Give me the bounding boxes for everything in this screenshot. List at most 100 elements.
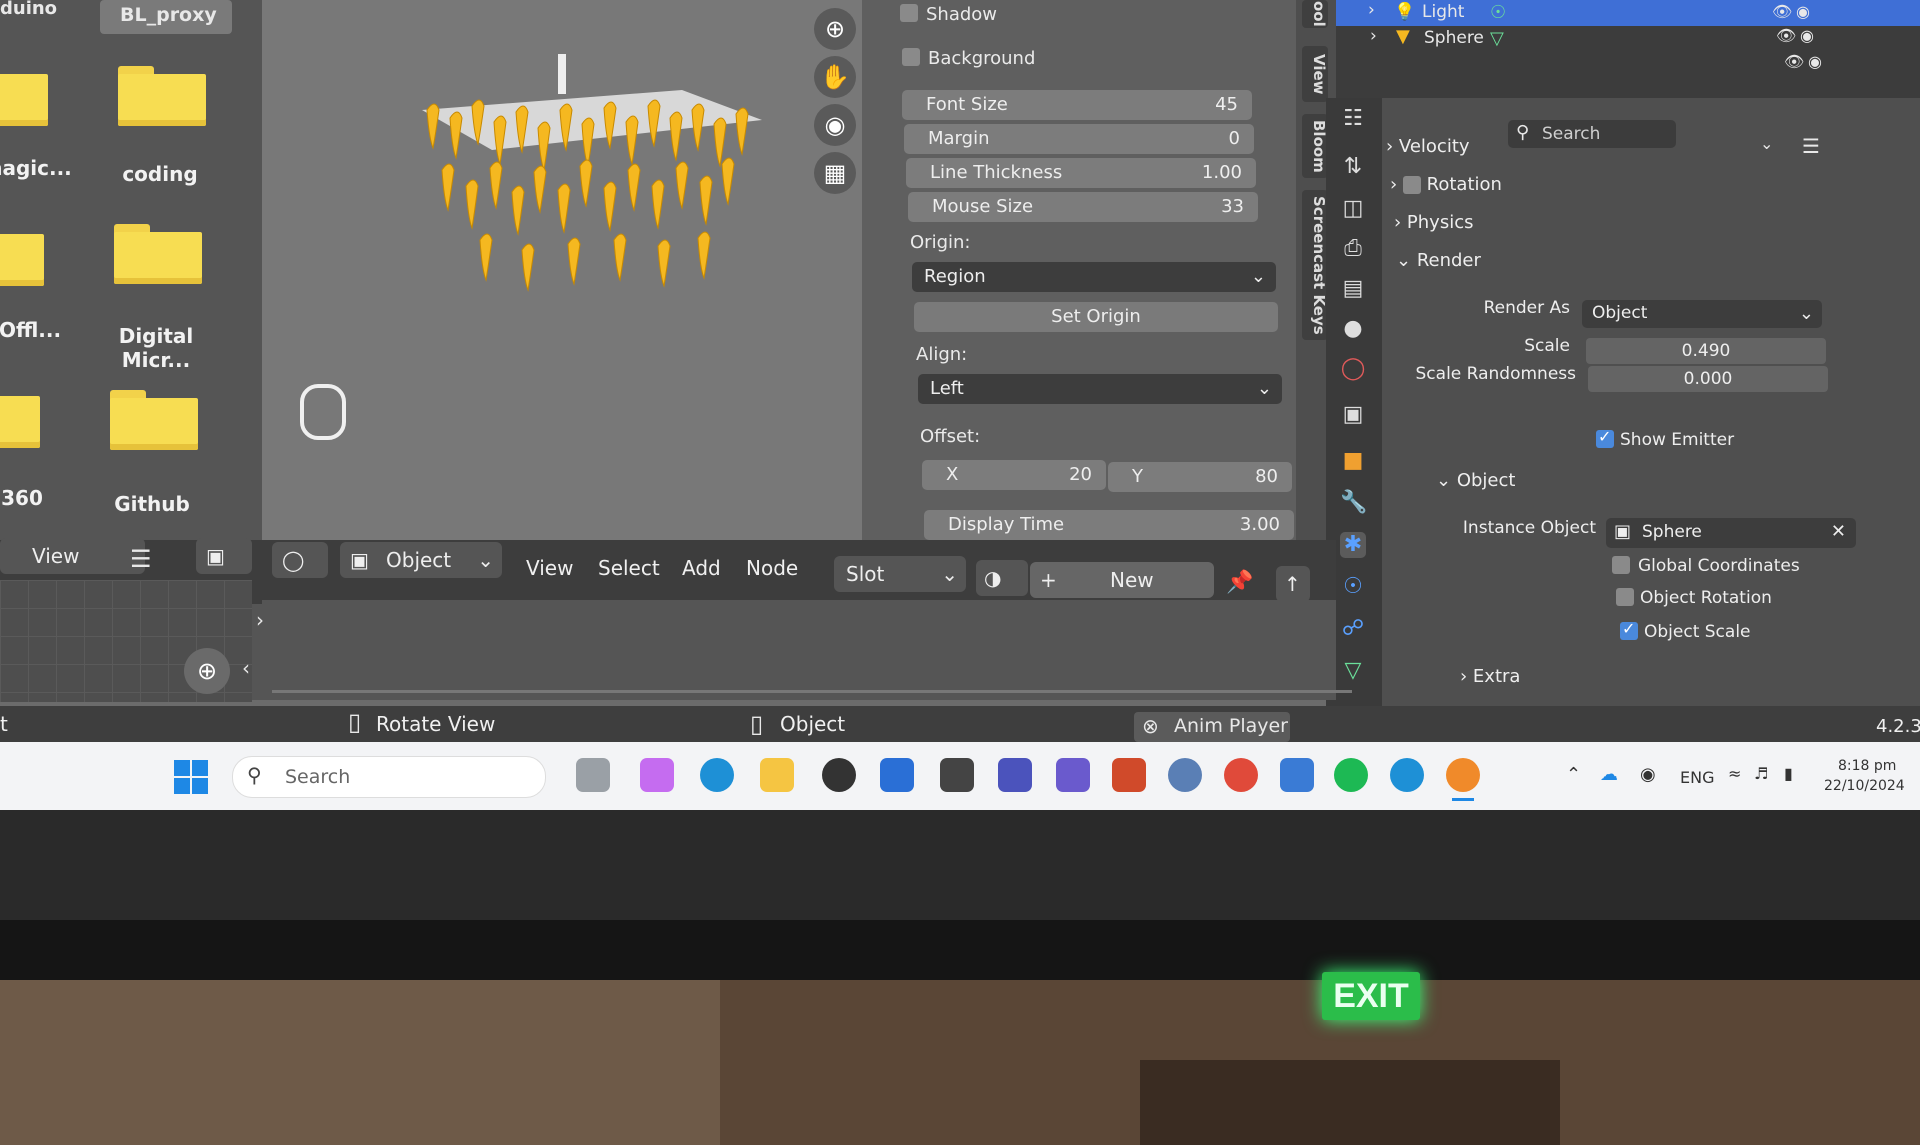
global-coordinates-checkbox[interactable]: [1612, 556, 1630, 574]
node-editor[interactable]: [262, 600, 1336, 700]
taskbar-search[interactable]: ⚲ Search: [232, 756, 546, 798]
section-render[interactable]: ⌄ Render: [1396, 250, 1481, 271]
copilot-icon[interactable]: [640, 758, 674, 792]
section-extra[interactable]: › Extra: [1460, 666, 1520, 687]
render-as-dropdown[interactable]: Object ⌄: [1582, 300, 1822, 328]
task-view-icon[interactable]: [576, 758, 610, 792]
teams-icon[interactable]: [998, 758, 1032, 792]
instance-object-field[interactable]: ▣ Sphere ✕: [1606, 518, 1856, 548]
view-layer-icon[interactable]: ▤: [1340, 276, 1366, 302]
edge-icon[interactable]: [700, 758, 734, 792]
object-scale-checkbox[interactable]: [1620, 619, 1638, 640]
chevron-up-icon[interactable]: ⌃: [1566, 764, 1581, 785]
editor-type-icon[interactable]: ☷: [1340, 106, 1366, 132]
shadow-checkbox[interactable]: [900, 4, 918, 22]
folder-icon[interactable]: [110, 390, 198, 450]
object-icon[interactable]: ■: [1340, 448, 1366, 474]
folder-icon[interactable]: [0, 226, 44, 286]
shader-type-icon[interactable]: ◯: [272, 542, 328, 578]
expand-arrow-icon[interactable]: ›: [1370, 26, 1377, 46]
onedrive-icon[interactable]: ☁: [1600, 764, 1618, 785]
image-editor-icon[interactable]: ▣: [196, 538, 252, 574]
object-rotation-checkbox[interactable]: [1616, 588, 1634, 606]
menu-view[interactable]: View: [526, 556, 573, 580]
file-explorer-icon[interactable]: [760, 758, 794, 792]
background-checkbox[interactable]: [902, 48, 920, 66]
expand-arrow-icon[interactable]: ›: [1368, 0, 1375, 20]
folder-icon[interactable]: [114, 224, 202, 284]
collapse-arrow-icon[interactable]: ‹: [242, 656, 250, 680]
camera-render-icon[interactable]: ◉: [1796, 2, 1810, 21]
eye-icon[interactable]: 👁: [1784, 52, 1804, 71]
rotation-checkbox[interactable]: [1402, 176, 1421, 194]
physics-icon[interactable]: ☉: [1340, 574, 1366, 600]
menu-select[interactable]: Select: [598, 556, 660, 580]
scale-randomness-field[interactable]: 0.000: [1588, 366, 1828, 392]
section-object[interactable]: ⌄ Object: [1436, 470, 1515, 491]
tab-view[interactable]: View: [1302, 46, 1328, 102]
tab-tool[interactable]: ool: [1302, 0, 1328, 28]
battery-icon[interactable]: ▮: [1784, 764, 1793, 783]
world-icon[interactable]: ◯: [1340, 356, 1366, 382]
render-icon[interactable]: ◫: [1340, 196, 1366, 222]
origin-dropdown[interactable]: Region ⌄: [912, 262, 1276, 292]
margin-field[interactable]: Margin 0: [904, 124, 1254, 154]
zoom-icon[interactable]: ⊕: [184, 648, 230, 694]
bl-proxy-tile[interactable]: BL_proxy: [100, 0, 232, 34]
folder-icon[interactable]: [0, 388, 40, 448]
settings-gear-icon[interactable]: [1168, 758, 1202, 792]
hamburger-icon[interactable]: ☰: [130, 545, 152, 573]
section-rotation[interactable]: › Rotation: [1390, 174, 1502, 195]
start-button[interactable]: [174, 760, 208, 794]
clock-time[interactable]: 8:18 pm: [1838, 758, 1896, 774]
close-icon[interactable]: ✕: [1831, 521, 1846, 542]
collection-icon[interactable]: ▣: [1340, 402, 1366, 428]
spotify-icon[interactable]: [1334, 758, 1368, 792]
3d-viewport[interactable]: ⊕ ✋ ◉ ▦: [262, 0, 862, 548]
eye-icon[interactable]: 👁: [1776, 26, 1796, 45]
material-browse-icon[interactable]: ◑: [976, 560, 1028, 596]
network-icon[interactable]: ◉: [1640, 764, 1656, 785]
font-size-field[interactable]: Font Size 45: [902, 90, 1252, 120]
grid-icon[interactable]: ▦: [814, 152, 856, 194]
notepad-icon[interactable]: [1280, 758, 1314, 792]
offset-y-field[interactable]: Y 80: [1108, 462, 1292, 492]
tab-bloom[interactable]: Bloom: [1302, 114, 1328, 178]
telegram-icon[interactable]: [1390, 758, 1424, 792]
chevron-down-icon[interactable]: ⌄: [1760, 134, 1773, 153]
eye-icon[interactable]: 👁: [1772, 2, 1792, 21]
modifier-wrench-icon[interactable]: 🔧: [1340, 490, 1367, 516]
terminal-icon[interactable]: [940, 758, 974, 792]
store-icon[interactable]: [880, 758, 914, 792]
folder-icon[interactable]: [0, 66, 48, 126]
zoom-icon[interactable]: ⊕: [814, 8, 856, 50]
section-physics[interactable]: › Physics: [1394, 212, 1474, 233]
folder-icon[interactable]: [118, 66, 206, 126]
chrome-icon[interactable]: [1224, 758, 1258, 792]
camera-render-icon[interactable]: ◉: [1800, 26, 1814, 45]
app-icon[interactable]: [1056, 758, 1090, 792]
tab-screencast-keys[interactable]: Screencast Keys: [1302, 190, 1328, 340]
hand-icon[interactable]: ✋: [814, 56, 856, 98]
constraints-icon[interactable]: ☍: [1340, 616, 1366, 642]
camera-render-icon[interactable]: ◉: [1808, 52, 1822, 71]
particles-icon[interactable]: ✱: [1340, 532, 1366, 558]
line-thickness-field[interactable]: Line Thickness 1.00: [906, 158, 1256, 188]
scene-icon[interactable]: ●: [1340, 316, 1366, 342]
wifi-icon[interactable]: ≈: [1728, 764, 1741, 783]
mode-dropdown[interactable]: ▣ Object ⌄: [340, 542, 502, 578]
mouse-size-field[interactable]: Mouse Size 33: [908, 192, 1258, 222]
set-origin-button[interactable]: Set Origin: [914, 302, 1278, 332]
language-indicator[interactable]: ENG: [1680, 768, 1714, 787]
offset-x-field[interactable]: X 20: [922, 460, 1106, 490]
powerpoint-icon[interactable]: [1112, 758, 1146, 792]
scale-field[interactable]: 0.490: [1586, 338, 1826, 364]
anim-player-button[interactable]: ⊗ Anim Player: [1134, 712, 1290, 742]
properties-search[interactable]: ⚲ Search: [1508, 120, 1676, 148]
pin-icon[interactable]: 📌: [1226, 570, 1253, 595]
parent-tree-icon[interactable]: ↑: [1276, 566, 1310, 602]
clock-date[interactable]: 22/10/2024: [1824, 778, 1905, 794]
align-dropdown[interactable]: Left ⌄: [918, 374, 1282, 404]
data-icon[interactable]: ▽: [1340, 658, 1366, 684]
expand-arrow-icon[interactable]: ›: [256, 608, 264, 632]
